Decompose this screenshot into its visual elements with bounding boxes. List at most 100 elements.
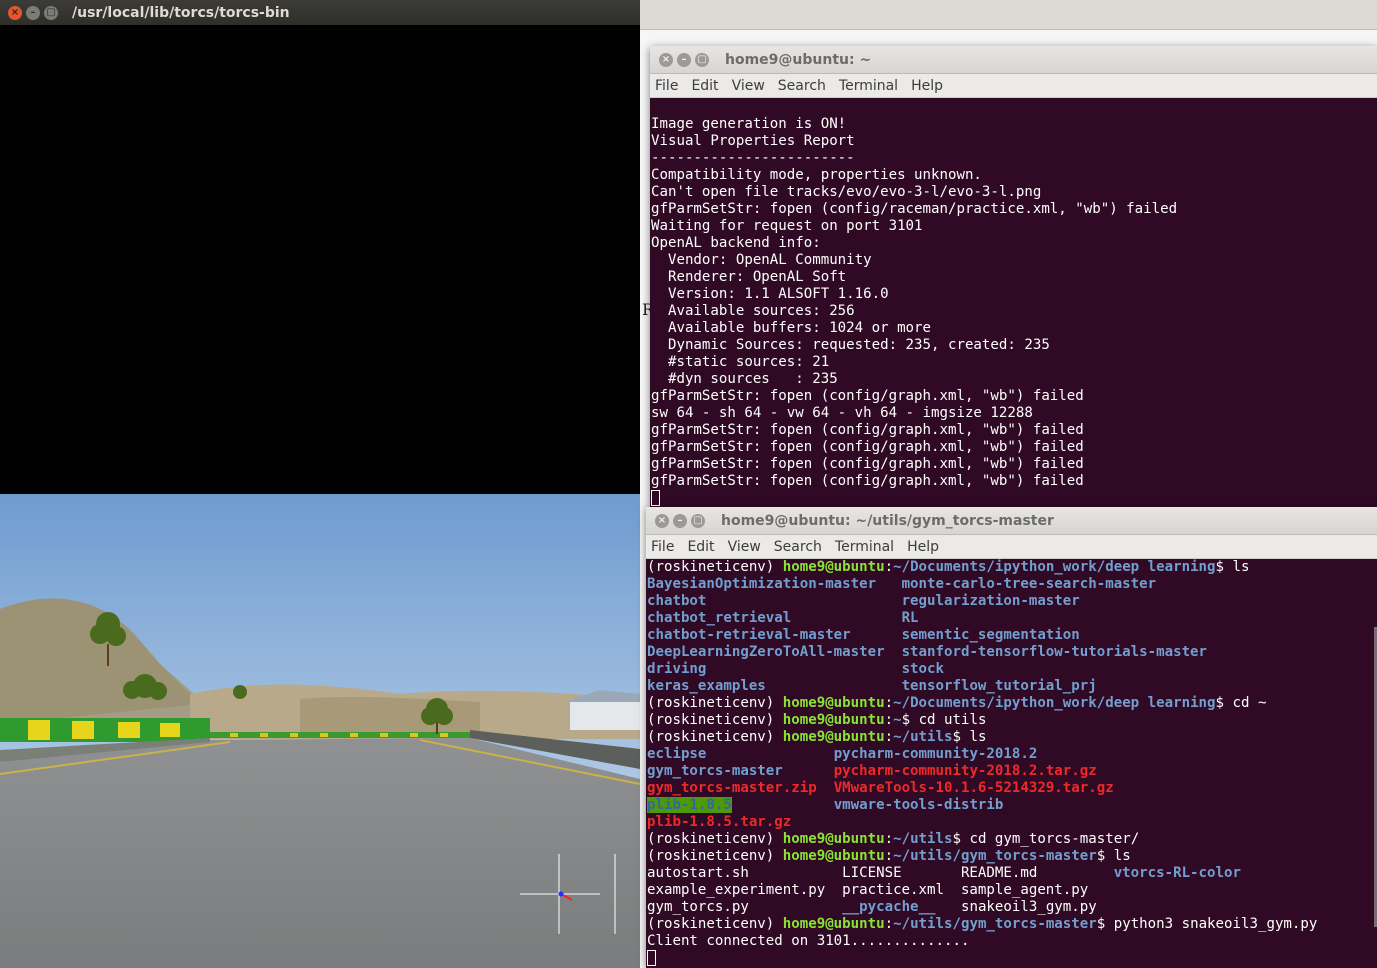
terminal-text-segment: ~/utils bbox=[893, 831, 953, 847]
terminal-line: ------------------------ bbox=[651, 150, 855, 166]
terminal-text-segment: snakeoil3_gym.py bbox=[935, 899, 1097, 915]
terminal-line: #dyn sources : 235 bbox=[651, 371, 838, 387]
menu-edit[interactable]: Edit bbox=[691, 78, 718, 94]
close-icon[interactable]: × bbox=[659, 52, 673, 67]
terminal-line: plib-1.8.5 vmware-tools-distrib bbox=[647, 797, 1377, 814]
terminal-text-segment: $ python3 snakeoil3_gym.py bbox=[1096, 916, 1318, 932]
terminal-2-titlebar: × – ▢ home9@ubuntu: ~/utils/gym_torcs-ma… bbox=[646, 507, 1377, 535]
terminal-text-segment: $ ls bbox=[1096, 848, 1131, 864]
terminal-line: chatbot-retrieval-master sementic_segmen… bbox=[647, 627, 1377, 644]
terminal-line: Renderer: OpenAL Soft bbox=[651, 269, 847, 285]
text-cursor bbox=[647, 950, 656, 966]
terminal-line: Available buffers: 1024 or more bbox=[651, 320, 932, 336]
terminal-line: (roskineticenv) home9@ubuntu:~/Documents… bbox=[647, 695, 1377, 712]
minimize-icon[interactable]: – bbox=[26, 5, 40, 20]
terminal-text-segment: __pycache__ bbox=[842, 899, 936, 915]
terminal-line: plib-1.8.5.tar.gz bbox=[647, 814, 1377, 831]
terminal-window-2[interactable]: × – ▢ home9@ubuntu: ~/utils/gym_torcs-ma… bbox=[646, 507, 1377, 968]
terminal-line: gym_torcs-master.zip VMwareTools-10.1.6-… bbox=[647, 780, 1377, 797]
terminal-text-segment: (roskineticenv) bbox=[647, 916, 783, 932]
terminal-text-segment: RL bbox=[901, 610, 919, 626]
terminal-text-segment: driving bbox=[647, 661, 902, 677]
terminal-text-segment: Client connected on 3101.............. bbox=[647, 933, 970, 949]
maximize-icon[interactable]: ▢ bbox=[691, 513, 705, 528]
terminal-text-segment: $ ls bbox=[1215, 559, 1250, 575]
terminal-text-segment: gym_torcs-master bbox=[647, 763, 783, 779]
terminal-line: (roskineticenv) home9@ubuntu:~/utils/gym… bbox=[647, 916, 1377, 933]
maximize-icon[interactable]: ▢ bbox=[695, 52, 709, 67]
terminal-text-segment: home9@ubuntu bbox=[782, 712, 885, 728]
window-title: home9@ubuntu: ~/utils/gym_torcs-master bbox=[721, 512, 1054, 529]
menu-help[interactable]: Help bbox=[911, 78, 943, 94]
terminal-window-1[interactable]: × – ▢ home9@ubuntu: ~ File Edit View Sea… bbox=[650, 46, 1377, 508]
menu-terminal[interactable]: Terminal bbox=[835, 539, 894, 555]
terminal-text-segment: (roskineticenv) bbox=[647, 559, 783, 575]
terminal-line: BayesianOptimization-master monte-carlo-… bbox=[647, 576, 1377, 593]
terminal-line: Client connected on 3101.............. bbox=[647, 933, 1377, 950]
terminal-line: Version: 1.1 ALSOFT 1.16.0 bbox=[651, 286, 889, 302]
menu-view[interactable]: View bbox=[732, 78, 765, 94]
terminal-text-segment: : bbox=[884, 729, 894, 745]
menu-help[interactable]: Help bbox=[907, 539, 939, 555]
terminal-text-segment: monte-carlo-tree-search-master bbox=[901, 576, 1157, 592]
terminal-text-segment: (roskineticenv) bbox=[647, 695, 783, 711]
terminal-line: chatbot_retrieval RL bbox=[647, 610, 1377, 627]
minimize-icon[interactable]: – bbox=[673, 513, 687, 528]
terminal-text-segment: (roskineticenv) bbox=[647, 831, 783, 847]
terminal-text-segment: home9@ubuntu bbox=[782, 695, 885, 711]
menu-view[interactable]: View bbox=[728, 539, 761, 555]
terminal-1-output[interactable]: Image generation is ON! Visual Properties… bbox=[650, 99, 1377, 508]
window-title: home9@ubuntu: ~ bbox=[725, 51, 872, 68]
terminal-text-segment: ~/utils/gym_torcs-master bbox=[893, 916, 1097, 932]
terminal-line: (roskineticenv) home9@ubuntu:~/utils/gym… bbox=[647, 848, 1377, 865]
terminal-text-segment: keras_examples bbox=[647, 678, 902, 694]
menu-search[interactable]: Search bbox=[778, 78, 826, 94]
terminal-text-segment: chatbot bbox=[647, 593, 902, 609]
terminal-line: Vendor: OpenAL Community bbox=[651, 252, 872, 268]
terminal-text-segment: VMwareTools-10.1.6-5214329.tar.gz bbox=[833, 780, 1114, 796]
menu-edit[interactable]: Edit bbox=[687, 539, 714, 555]
terminal-text-segment: (roskineticenv) bbox=[647, 848, 783, 864]
terminal-text-segment: chatbot_retrieval bbox=[647, 610, 902, 626]
terminal-line: autostart.sh LICENSE README.md vtorcs-RL… bbox=[647, 865, 1377, 882]
terminal-text-segment: (roskineticenv) bbox=[647, 712, 783, 728]
terminal-text-segment: ~/Documents/ipython_work/deep learning bbox=[893, 695, 1216, 711]
terminal-text-segment: example_experiment.py practice.xml sampl… bbox=[647, 882, 1089, 898]
terminal-text-segment: eclipse bbox=[647, 746, 707, 762]
torcs-window: × – ▢ /usr/local/lib/torcs/torcs-bin bbox=[0, 0, 640, 968]
terminal-line: gfParmSetStr: fopen (config/graph.xml, "… bbox=[651, 473, 1084, 489]
menu-terminal[interactable]: Terminal bbox=[839, 78, 898, 94]
terminal-line: gym_torcs-master pycharm-community-2018.… bbox=[647, 763, 1377, 780]
terminal-text-segment: ~/utils bbox=[893, 729, 953, 745]
race-track-view bbox=[0, 494, 640, 968]
terminal-text-segment: sementic_segmentation bbox=[901, 627, 1080, 643]
close-icon[interactable]: × bbox=[8, 5, 22, 20]
terminal-text-segment: : bbox=[884, 848, 894, 864]
menu-file[interactable]: File bbox=[655, 78, 678, 94]
terminal-line: gfParmSetStr: fopen (config/graph.xml, "… bbox=[651, 456, 1084, 472]
terminal-text-segment: : bbox=[884, 695, 894, 711]
terminal-line: gfParmSetStr: fopen (config/graph.xml, "… bbox=[651, 422, 1084, 438]
background-toolbar bbox=[640, 0, 1377, 30]
menu-search[interactable]: Search bbox=[774, 539, 822, 555]
terminal-text-segment: home9@ubuntu bbox=[782, 916, 885, 932]
terminal-text-segment: home9@ubuntu bbox=[782, 831, 885, 847]
menu-file[interactable]: File bbox=[651, 539, 674, 555]
torcs-3d-scene bbox=[0, 494, 640, 968]
terminal-text-segment: (roskineticenv) bbox=[647, 729, 783, 745]
terminal-text-segment: $ ls bbox=[952, 729, 987, 745]
terminal-text-segment: ~ bbox=[893, 712, 902, 728]
terminal-text-segment: gym_torcs.py bbox=[647, 899, 843, 915]
terminal-2-output[interactable]: (roskineticenv) home9@ubuntu:~/Documents… bbox=[646, 559, 1377, 968]
terminal-text-segment: vmware-tools-distrib bbox=[833, 797, 1004, 813]
terminal-text-segment: : bbox=[884, 712, 894, 728]
terminal-line: sw 64 - sh 64 - vw 64 - vh 64 - imgsize … bbox=[651, 405, 1033, 421]
minimize-icon[interactable]: – bbox=[677, 52, 691, 67]
terminal-text-segment: plib-1.8.5 bbox=[647, 797, 732, 813]
maximize-icon[interactable]: ▢ bbox=[44, 5, 58, 20]
close-icon[interactable]: × bbox=[655, 513, 669, 528]
torcs-titlebar: × – ▢ /usr/local/lib/torcs/torcs-bin bbox=[0, 0, 640, 25]
